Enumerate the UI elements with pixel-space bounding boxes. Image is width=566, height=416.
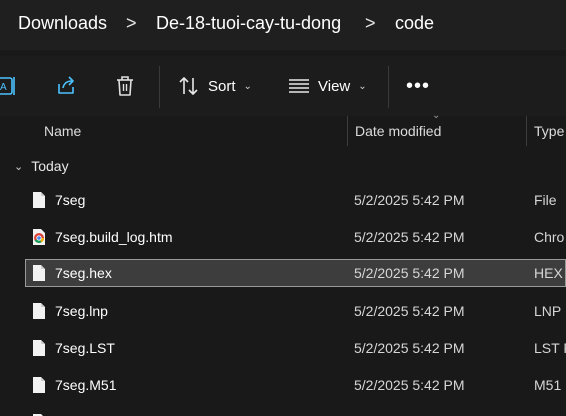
breadcrumb-code[interactable]: code: [395, 13, 434, 34]
delete-icon[interactable]: [111, 72, 139, 100]
address-bar: Downloads > De-18-tuoi-cay-tu-dong > cod…: [0, 0, 566, 50]
view-label: View: [318, 77, 351, 95]
more-options-button[interactable]: •••: [406, 74, 430, 98]
file-type: File: [534, 192, 557, 208]
sort-button[interactable]: Sort ⌄: [178, 74, 252, 98]
file-name: 7seg: [55, 192, 86, 208]
file-type: M51: [534, 377, 562, 393]
file-type: LNP: [534, 303, 562, 319]
file-date-modified: 5/2/2025 5:42 PM: [354, 377, 465, 393]
chevron-down-icon: ⌄: [358, 80, 367, 92]
file-type: Chro: [534, 229, 565, 245]
file-row[interactable]: 7seg.lnp 5/2/2025 5:42 PM LNP: [25, 297, 566, 325]
file-name: 7seg.lnp: [55, 303, 108, 319]
column-resize-handle[interactable]: [526, 116, 527, 146]
file-icon: [33, 265, 45, 281]
file-icon: [33, 303, 45, 319]
toolbar-divider: [159, 66, 160, 108]
breadcrumb-downloads[interactable]: Downloads: [18, 13, 107, 34]
file-name: 7seg.hex: [55, 265, 112, 281]
file-name: 7seg.build_log.htm: [55, 229, 173, 245]
toolbar-divider: [388, 66, 389, 108]
chevron-down-icon: ⌄: [243, 80, 252, 92]
file-date-modified: 5/2/2025 5:42 PM: [354, 229, 465, 245]
file-row[interactable]: 7seg 5/2/2025 5:42 PM File: [25, 186, 566, 214]
share-icon[interactable]: [53, 72, 81, 100]
column-resize-handle[interactable]: [347, 116, 348, 146]
view-button[interactable]: View ⌄: [288, 74, 367, 98]
breadcrumb-project-folder[interactable]: De-18-tuoi-cay-tu-dong: [156, 13, 341, 34]
rename-icon[interactable]: A: [0, 72, 20, 100]
column-header-date-modified[interactable]: Date modified: [355, 116, 441, 146]
breadcrumb-separator-icon[interactable]: >: [126, 13, 137, 34]
file-date-modified: 5/2/2025 5:42 PM: [354, 192, 465, 208]
group-label: Today: [31, 158, 69, 174]
file-row[interactable]: 7seg.M51 5/2/2025 5:42 PM M51: [25, 371, 566, 399]
file-list: ⌄ Name Date modified Type ⌄ Today 7seg 5…: [0, 110, 566, 416]
column-header-name[interactable]: Name: [44, 116, 81, 146]
breadcrumb-separator-icon[interactable]: >: [365, 13, 376, 34]
file-row[interactable]: [25, 408, 566, 416]
command-bar: A Sort ⌄ View ⌄ •••: [0, 56, 566, 116]
svg-text:A: A: [0, 82, 7, 93]
sort-label: Sort: [208, 77, 236, 95]
column-header-type[interactable]: Type: [534, 116, 564, 146]
file-icon: [33, 192, 45, 208]
file-date-modified: 5/2/2025 5:42 PM: [354, 340, 465, 356]
file-row[interactable]: 7seg.build_log.htm 5/2/2025 5:42 PM Chro: [25, 223, 566, 251]
chrome-icon: [33, 229, 45, 245]
file-type: HEX: [534, 265, 563, 281]
file-date-modified: 5/2/2025 5:42 PM: [354, 265, 465, 281]
file-icon: [33, 340, 45, 356]
view-list-icon: [289, 79, 309, 93]
file-date-modified: 5/2/2025 5:42 PM: [354, 303, 465, 319]
file-icon: [33, 377, 45, 393]
chevron-down-icon: ⌄: [14, 160, 24, 173]
file-row[interactable]: 7seg.LST 5/2/2025 5:42 PM LST F: [25, 334, 566, 362]
file-name: 7seg.LST: [55, 340, 115, 356]
file-row-selected[interactable]: 7seg.hex 5/2/2025 5:42 PM HEX: [25, 259, 566, 287]
sort-icon: [179, 77, 198, 95]
group-header-today[interactable]: ⌄ Today: [14, 158, 69, 174]
file-type: LST F: [534, 340, 566, 356]
file-name: 7seg.M51: [55, 377, 117, 393]
